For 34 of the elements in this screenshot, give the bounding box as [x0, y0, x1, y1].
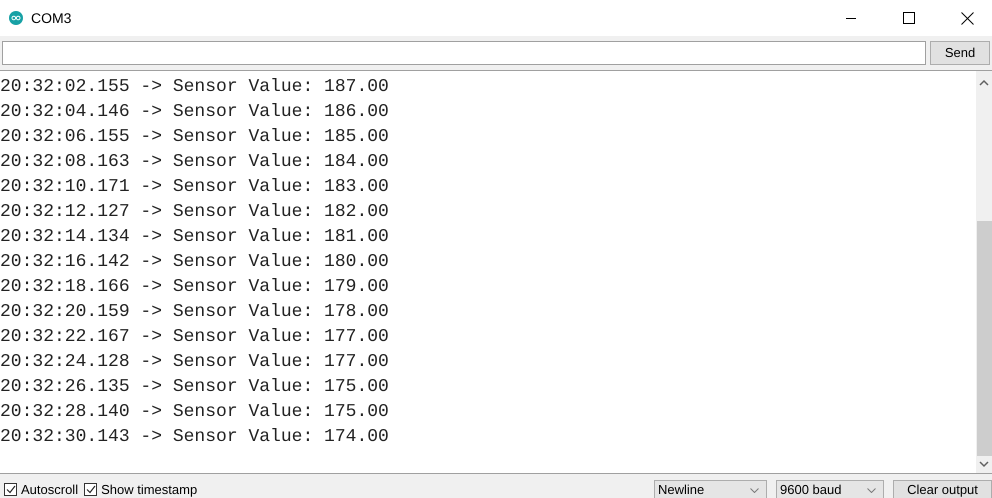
scroll-thumb[interactable]	[976, 221, 992, 456]
checkbox-label[interactable]: Show timestamp	[101, 480, 198, 498]
output-line: 20:32:18.166 -> Sensor Value: 179.00	[0, 276, 389, 299]
output-line: 20:32:16.142 -> Sensor Value: 180.00	[0, 251, 389, 274]
checkbox-label[interactable]: Autoscroll	[21, 480, 78, 498]
output-line: 20:32:08.163 -> Sensor Value: 184.00	[0, 151, 389, 174]
checkbox[interactable]	[84, 483, 98, 496]
dropdown-caret-icon	[867, 488, 876, 492]
output-line: 20:32:12.127 -> Sensor Value: 182.00	[0, 201, 389, 224]
output-line: 20:32:20.159 -> Sensor Value: 178.00	[0, 301, 389, 324]
window-title: COM3	[31, 8, 72, 28]
line-ending-dropdown[interactable]: Newline	[654, 480, 767, 498]
output-line: 20:32:26.135 -> Sensor Value: 175.00	[0, 376, 389, 399]
app-icon	[9, 11, 23, 25]
scrollbar[interactable]	[976, 71, 992, 473]
scroll-up-icon[interactable]	[979, 79, 989, 86]
clear-output-button[interactable]: Clear output	[893, 480, 992, 498]
output-line: 20:32:28.140 -> Sensor Value: 175.00	[0, 401, 389, 424]
maximize-icon[interactable]	[903, 12, 915, 24]
output-line: 20:32:06.155 -> Sensor Value: 185.00	[0, 126, 389, 149]
send-button[interactable]: Send	[930, 41, 990, 65]
output-line: 20:32:10.171 -> Sensor Value: 183.00	[0, 176, 389, 199]
output-line: 20:32:14.134 -> Sensor Value: 181.00	[0, 226, 389, 249]
checkbox[interactable]	[4, 483, 17, 496]
baud-rate-dropdown[interactable]: 9600 baud	[776, 480, 884, 498]
input-field[interactable]	[2, 41, 926, 65]
scroll-down-icon[interactable]	[979, 461, 989, 468]
output-line: 20:32:22.167 -> Sensor Value: 177.00	[0, 326, 389, 349]
output-line: 20:32:24.128 -> Sensor Value: 177.00	[0, 351, 389, 374]
output-line: 20:32:30.143 -> Sensor Value: 174.00	[0, 426, 389, 449]
output-line: 20:32:04.146 -> Sensor Value: 186.00	[0, 101, 389, 124]
output-line: 20:32:02.155 -> Sensor Value: 187.00	[0, 76, 389, 99]
dropdown-caret-icon	[750, 488, 759, 492]
close-icon[interactable]	[961, 12, 974, 24]
